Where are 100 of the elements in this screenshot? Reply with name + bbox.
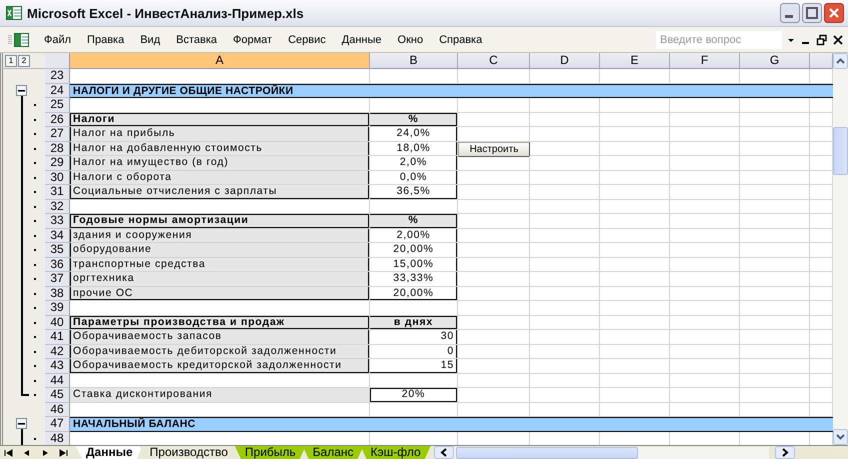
menu-item[interactable]: Окно: [390, 34, 432, 46]
row-header[interactable]: 44: [45, 374, 70, 388]
row-header[interactable]: 29: [45, 156, 70, 170]
column-header[interactable]: B: [370, 53, 458, 69]
help-search-field[interactable]: Введите вопрос: [656, 30, 782, 49]
table-cell: [600, 344, 670, 359]
sheet-tab[interactable]: Баланс: [302, 446, 364, 459]
sheet-tab[interactable]: Прибыль: [234, 446, 306, 459]
table-cell: [670, 388, 740, 402]
row-header[interactable]: 47: [45, 417, 70, 432]
scroll-right-icon[interactable]: [774, 446, 795, 459]
vertical-scrollbar[interactable]: [833, 53, 848, 445]
table-cell: [670, 258, 740, 272]
table-cell: [600, 127, 670, 142]
menu-item[interactable]: Вставка: [168, 34, 226, 46]
table-cell: [600, 258, 670, 272]
row-header[interactable]: 25: [45, 98, 70, 112]
table-cell: [530, 200, 600, 214]
scroll-thumb[interactable]: [833, 127, 848, 175]
row-header[interactable]: 43: [45, 359, 70, 374]
row-header[interactable]: 35: [45, 243, 70, 258]
row-header[interactable]: 24: [45, 84, 70, 98]
row-header[interactable]: 23: [45, 69, 70, 84]
menu-item[interactable]: Файл: [36, 34, 80, 46]
sheet-tab[interactable]: Кэш-фло: [360, 446, 431, 459]
table-cell: [600, 185, 670, 200]
menu-item[interactable]: Правка: [79, 34, 132, 46]
collapse-button[interactable]: [16, 84, 27, 96]
row-header[interactable]: 30: [45, 170, 70, 185]
table-cell: [458, 272, 530, 286]
scroll-up-icon[interactable]: [833, 53, 848, 69]
collapse-button[interactable]: [16, 418, 27, 429]
row-header[interactable]: 41: [45, 330, 70, 344]
menu-item[interactable]: Вид: [132, 34, 168, 46]
table-cell: [530, 170, 600, 185]
table-cell: [600, 272, 670, 286]
table-cell: [530, 243, 600, 258]
menu-item[interactable]: Сервис: [280, 34, 334, 46]
outline-line: [21, 432, 23, 445]
column-header[interactable]: G: [740, 53, 810, 69]
table-cell: [530, 388, 600, 402]
table-cell: [530, 330, 600, 344]
scroll-left-icon[interactable]: [434, 446, 454, 459]
table-cell: Налог на прибыль: [70, 127, 370, 142]
sheet-tab[interactable]: Данные: [76, 446, 143, 459]
table-cell: [458, 98, 530, 112]
table-cell: [530, 214, 600, 228]
row-header[interactable]: 26: [45, 112, 70, 127]
table-cell: 33,33%: [370, 272, 458, 286]
scroll-thumb[interactable]: [456, 446, 638, 458]
table-cell: [740, 98, 810, 112]
table-cell: [740, 272, 810, 286]
row-header[interactable]: 40: [45, 316, 70, 330]
row-header[interactable]: 32: [45, 200, 70, 214]
table-cell: [530, 142, 600, 156]
row-header[interactable]: 28: [45, 142, 70, 156]
row-header[interactable]: 39: [45, 301, 70, 316]
table-cell: [458, 156, 530, 170]
table-cell: здания и сооружения: [70, 228, 370, 243]
outline-level-button[interactable]: 2: [18, 54, 30, 66]
column-header[interactable]: A: [70, 53, 370, 69]
row-header[interactable]: 27: [45, 127, 70, 142]
close-icon[interactable]: [832, 34, 844, 46]
row-header[interactable]: 38: [45, 286, 70, 301]
table-cell: [670, 112, 740, 127]
column-header[interactable]: C: [458, 53, 530, 69]
horizontal-scrollbar[interactable]: [454, 446, 769, 458]
row-header[interactable]: 48: [45, 432, 70, 445]
row-header[interactable]: 37: [45, 272, 70, 286]
menu-item[interactable]: Данные: [334, 34, 390, 46]
spreadsheet-icon[interactable]: [8, 32, 30, 47]
spreadsheet-icon: [6, 6, 22, 20]
row-header[interactable]: 36: [45, 258, 70, 272]
outline-level-button[interactable]: 1: [5, 54, 17, 66]
configure-button[interactable]: Настроить: [458, 142, 530, 156]
column-header[interactable]: F: [670, 53, 740, 69]
table-cell: [530, 258, 600, 272]
table-cell: [740, 112, 810, 127]
scroll-down-icon[interactable]: [833, 429, 848, 445]
column-header[interactable]: D: [530, 53, 600, 69]
table-cell: [670, 170, 740, 185]
table-cell: [740, 286, 810, 301]
table-cell: Годовые нормы амортизации: [70, 214, 370, 228]
row-header[interactable]: 33: [45, 214, 70, 228]
menu-item[interactable]: Справка: [431, 34, 490, 46]
table-cell: [458, 214, 530, 228]
close-icon[interactable]: [824, 3, 844, 24]
table-cell: [740, 243, 810, 258]
column-header[interactable]: E: [600, 53, 670, 69]
row-header[interactable]: 45: [45, 388, 70, 402]
row-header[interactable]: 46: [45, 402, 70, 417]
restore-icon[interactable]: [816, 34, 828, 46]
maximize-icon[interactable]: [802, 3, 822, 24]
row-header[interactable]: 42: [45, 344, 70, 359]
table-cell: [740, 344, 810, 359]
table-cell: [600, 243, 670, 258]
row-header[interactable]: 31: [45, 185, 70, 200]
row-header[interactable]: 34: [45, 228, 70, 243]
menu-item[interactable]: Формат: [225, 34, 280, 46]
table-cell: в днях: [370, 316, 458, 330]
